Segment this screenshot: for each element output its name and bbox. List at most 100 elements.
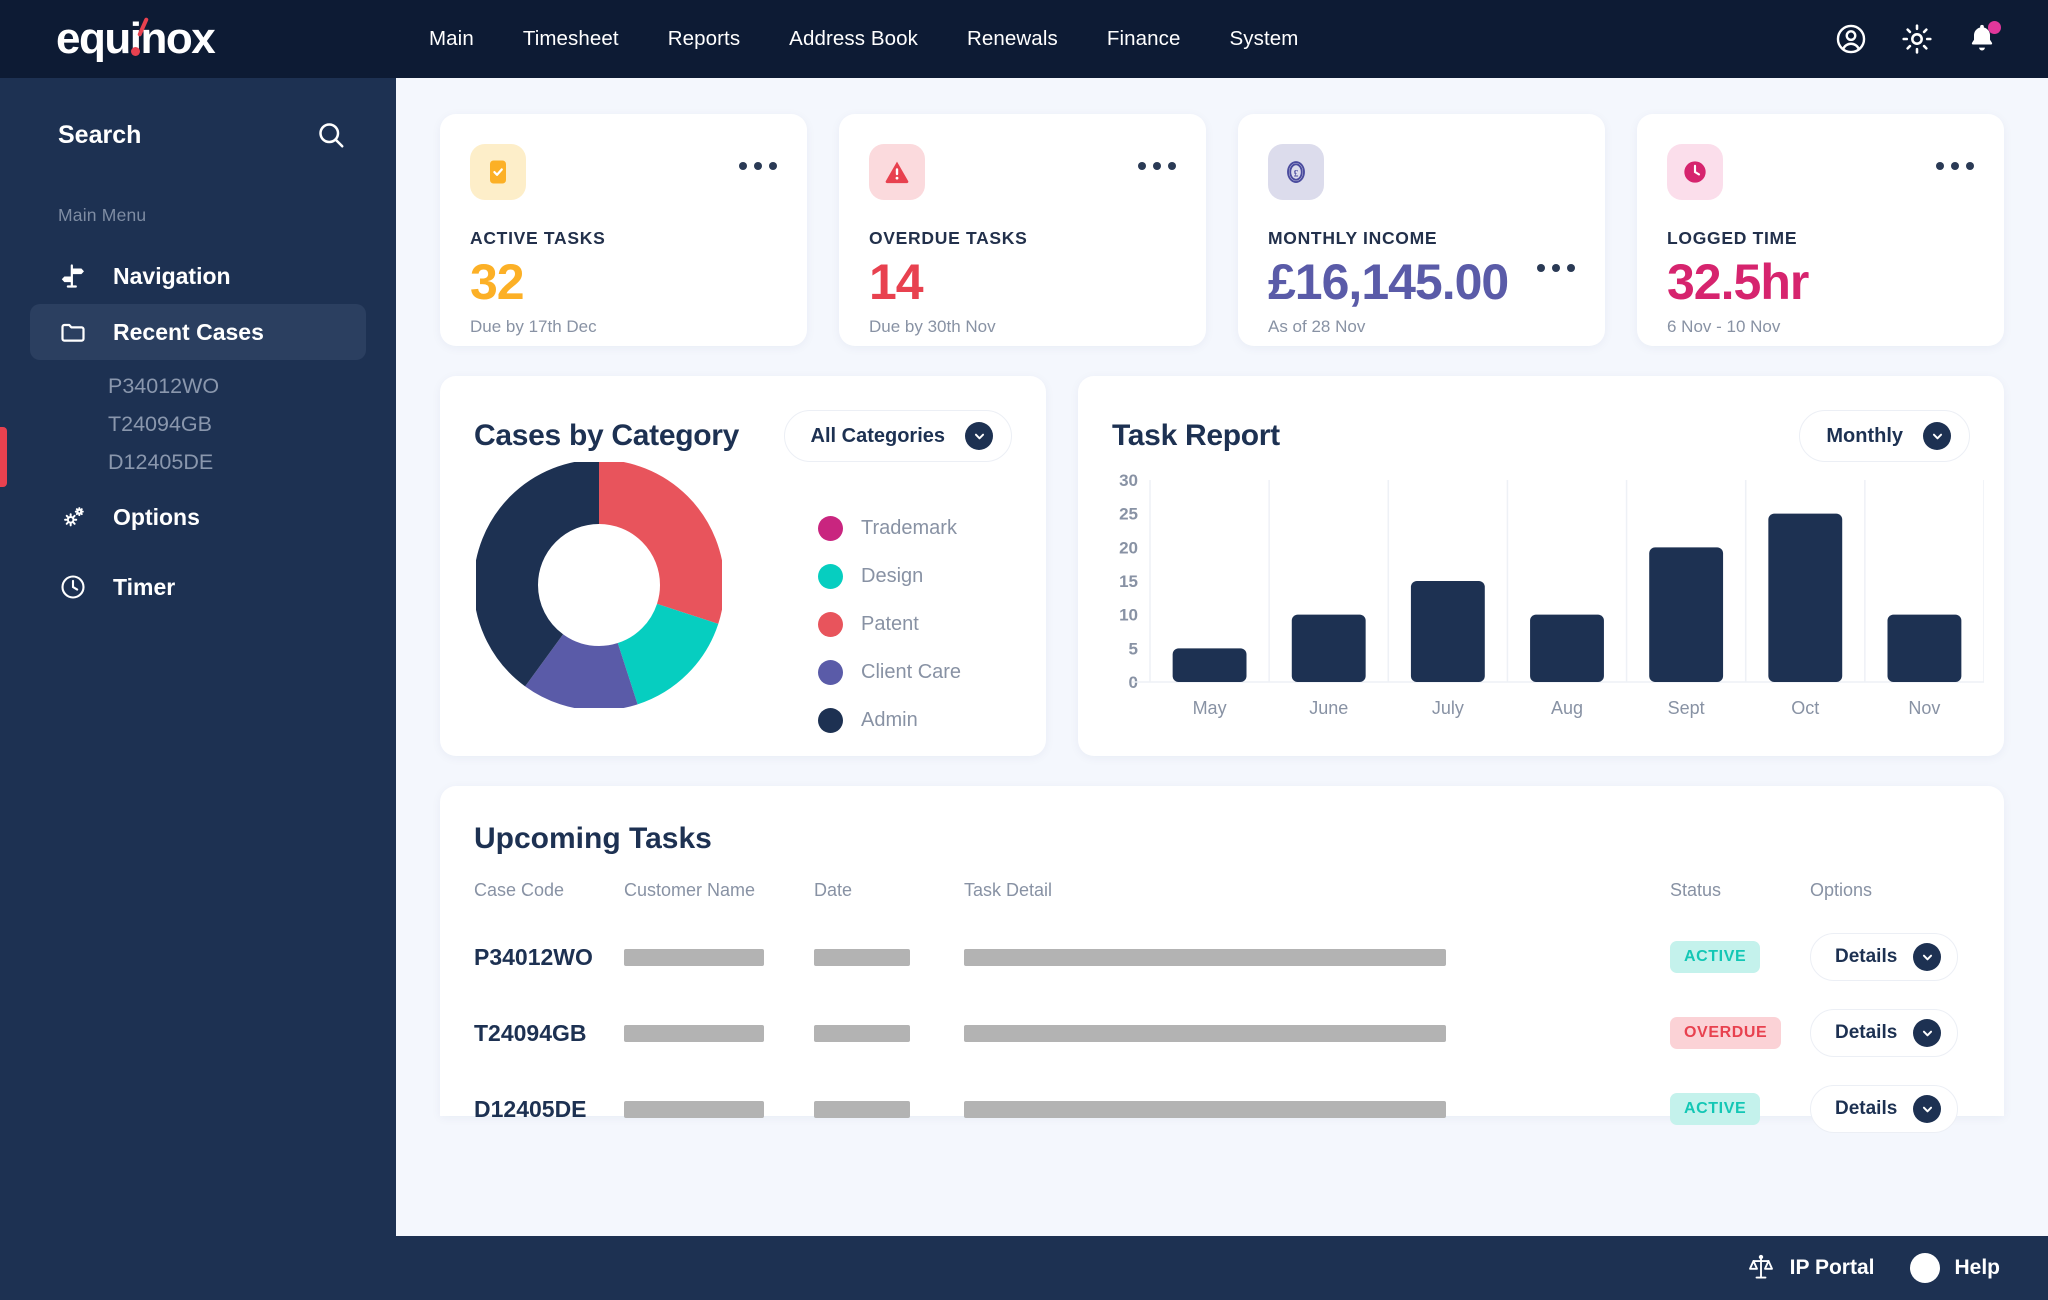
- sidebar-item-options[interactable]: Options: [30, 489, 366, 545]
- page-title: Upcoming Tasks: [474, 822, 712, 855]
- sidebar-item-label: Timer: [113, 573, 176, 600]
- sidebar-item-navigation[interactable]: Navigation: [30, 248, 366, 304]
- topnav-item-finance[interactable]: Finance: [1107, 27, 1181, 51]
- recent-case-item[interactable]: D12405DE: [108, 450, 396, 475]
- notification-badge: [1988, 21, 2001, 34]
- bell-icon[interactable]: [1966, 21, 2001, 56]
- table-row[interactable]: T24094GB OVERDUE Details: [474, 995, 1970, 1071]
- redacted-value: [624, 1100, 764, 1118]
- sidebar-item-recent-cases[interactable]: Recent Cases: [30, 304, 366, 360]
- logo-dot-accent: [131, 47, 140, 56]
- column-header-case-code: Case Code: [474, 880, 565, 900]
- donut-legend: Trademark Design Patent Client Care Admi…: [818, 516, 961, 733]
- legend-color-swatch: [818, 660, 843, 685]
- brand-logo[interactable]: equinox: [0, 14, 396, 64]
- details-button[interactable]: Details: [1810, 1085, 1959, 1133]
- cell-status: ACTIVE: [1670, 919, 1810, 995]
- legend-label: Admin: [861, 709, 918, 731]
- help-label: Help: [1954, 1256, 2000, 1279]
- period-filter-dropdown[interactable]: Monthly: [1799, 410, 1970, 462]
- active-indicator: [0, 427, 7, 487]
- sidebar-item-label: Recent Cases: [113, 318, 264, 345]
- topnav-item-reports[interactable]: Reports: [668, 27, 740, 51]
- kpi-title: LOGGED TIME: [1667, 228, 1798, 248]
- legend-color-swatch: [818, 612, 843, 637]
- account-icon[interactable]: [1834, 22, 1868, 56]
- task-report-panel: Task Report Monthly 051015202530MayJuneJ…: [1078, 376, 2004, 756]
- cell-status: ACTIVE: [1670, 1071, 1810, 1147]
- kpi-subtitle: Due by 17th Dec: [470, 317, 597, 336]
- legend-label: Trademark: [861, 517, 957, 539]
- legend-item-design[interactable]: Design: [818, 564, 961, 589]
- search-icon: [319, 123, 344, 148]
- legend-item-admin[interactable]: Admin: [818, 708, 961, 733]
- redacted-value: [814, 1024, 910, 1042]
- topnav-item-timesheet[interactable]: Timesheet: [523, 27, 619, 51]
- cell-task-detail: [964, 995, 1670, 1071]
- legend-color-swatch: [818, 516, 843, 541]
- card-menu-button[interactable]: [1936, 144, 1974, 170]
- legend-item-trademark[interactable]: Trademark: [818, 516, 961, 541]
- charts-row: Cases by Category All Categories Tradema…: [440, 376, 2004, 756]
- x-axis-tick-label: June: [1309, 698, 1348, 718]
- question-icon: ?: [1910, 1253, 1941, 1283]
- topnav-item-main[interactable]: Main: [429, 27, 474, 51]
- x-axis-tick-label: Oct: [1791, 698, 1819, 718]
- legend-label: Client Care: [861, 661, 962, 683]
- details-button[interactable]: Details: [1810, 933, 1959, 981]
- cell-customer-name: [624, 995, 814, 1071]
- legend-item-patent[interactable]: Patent: [818, 612, 961, 637]
- bar: [1172, 648, 1247, 682]
- legend-label: Patent: [861, 613, 919, 635]
- upcoming-tasks-table: Case Code Customer Name Date Task Detail…: [474, 880, 1970, 1147]
- legend-color-swatch: [818, 564, 843, 589]
- cases-by-category-panel: Cases by Category All Categories Tradema…: [440, 376, 1046, 756]
- status-badge: OVERDUE: [1670, 1017, 1782, 1049]
- details-label: Details: [1835, 1022, 1898, 1043]
- redacted-value: [624, 1024, 764, 1042]
- card-menu-button[interactable]: [1138, 144, 1176, 170]
- chevron-down-icon: [965, 422, 993, 450]
- y-axis-tick-label: 25: [1119, 505, 1138, 524]
- chevron-down-icon: [1913, 1095, 1942, 1123]
- y-axis-tick-label: 15: [1119, 572, 1138, 591]
- kpi-value: 32.5hr: [1667, 254, 1809, 310]
- card-menu-button[interactable]: [739, 144, 777, 170]
- ip-portal-link[interactable]: IP Portal: [1746, 1253, 1875, 1283]
- bottom-bar: IP Portal ? Help: [0, 1236, 2048, 1300]
- status-badge: ACTIVE: [1670, 941, 1761, 973]
- card-menu-button[interactable]: [1537, 264, 1575, 272]
- sidebar-item-timer[interactable]: Timer: [30, 559, 366, 615]
- kpi-card-overdue-tasks: OVERDUE TASKS 14 Due by 30th Nov: [839, 114, 1206, 346]
- x-axis-tick-label: July: [1432, 698, 1464, 718]
- category-filter-dropdown[interactable]: All Categories: [783, 410, 1012, 462]
- legend-item-client-care[interactable]: Client Care: [818, 660, 961, 685]
- clock-icon: [58, 572, 88, 602]
- ip-portal-label: IP Portal: [1789, 1256, 1875, 1279]
- topnav-item-system[interactable]: System: [1229, 27, 1298, 51]
- cell-options: Details: [1810, 1071, 1970, 1147]
- kpi-subtitle: 6 Nov - 10 Nov: [1667, 317, 1781, 336]
- gear-icon[interactable]: [1900, 22, 1934, 56]
- panel-title: Cases by Category: [474, 419, 740, 452]
- bar-chart: 051015202530MayJuneJulyAugSeptOctNov: [1104, 471, 1985, 727]
- recent-case-item[interactable]: P34012WO: [108, 374, 396, 399]
- bar-chart-svg: 051015202530MayJuneJulyAugSeptOctNov: [1119, 471, 1985, 718]
- sidebar-item-label: Navigation: [113, 262, 231, 289]
- search-input[interactable]: Search: [0, 78, 396, 150]
- help-link[interactable]: ? Help: [1910, 1253, 2000, 1283]
- details-button[interactable]: Details: [1810, 1009, 1959, 1057]
- recent-case-item[interactable]: T24094GB: [108, 412, 396, 437]
- legend-color-swatch: [818, 708, 843, 733]
- x-axis-tick-label: Nov: [1908, 698, 1940, 718]
- topnav-item-address-book[interactable]: Address Book: [789, 27, 918, 51]
- table-row[interactable]: P34012WO ACTIVE Details: [474, 919, 1970, 995]
- top-bar-icons: [1834, 21, 2048, 56]
- cell-date: [814, 995, 964, 1071]
- y-axis-tick-label: 10: [1119, 606, 1138, 625]
- table-row[interactable]: D12405DE ACTIVE Details: [474, 1071, 1970, 1147]
- signpost-icon: [58, 261, 88, 291]
- category-filter-value: All Categories: [810, 424, 945, 447]
- topnav-item-renewals[interactable]: Renewals: [967, 27, 1058, 51]
- warning-icon: [869, 144, 925, 200]
